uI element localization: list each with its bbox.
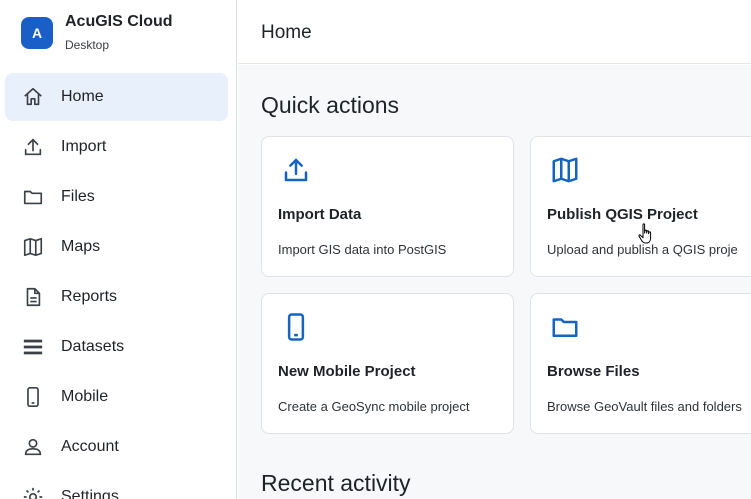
sidebar-item-home[interactable]: Home (5, 73, 228, 121)
sidebar-item-label: Datasets (61, 338, 125, 355)
publish-qgis-project-card[interactable]: Publish QGIS Project Upload and publish … (530, 136, 751, 277)
upload-icon (22, 136, 44, 158)
sidebar-item-label: Maps (61, 238, 101, 255)
card-description: Create a GeoSync mobile project (278, 399, 470, 414)
sidebar-nav: Home Import Files Maps Reports Datasets … (5, 73, 228, 499)
browse-files-card[interactable]: Browse Files Browse GeoVault files and f… (530, 293, 751, 434)
sidebar-item-datasets[interactable]: Datasets (5, 323, 228, 371)
quick-actions-heading: Quick actions (261, 92, 400, 118)
brand[interactable]: A AcuGIS Cloud Desktop (21, 13, 173, 52)
sidebar: A AcuGIS Cloud Desktop Home Import Files (0, 0, 237, 499)
top-bar: Home (238, 0, 751, 64)
sidebar-item-settings[interactable]: Settings (5, 473, 228, 499)
sidebar-item-label: Account (61, 438, 119, 455)
main-content: Quick actions Import Data Import GIS dat… (238, 65, 751, 499)
phone-icon (281, 312, 311, 342)
app-name: AcuGIS Cloud (65, 13, 173, 30)
sidebar-item-label: Home (61, 88, 104, 105)
person-icon (22, 436, 44, 458)
sidebar-item-label: Mobile (61, 388, 109, 405)
sidebar-item-label: Files (61, 188, 95, 205)
upload-icon (281, 155, 311, 185)
folder-icon (550, 312, 580, 342)
card-title: Browse Files (547, 363, 640, 380)
sidebar-item-account[interactable]: Account (5, 423, 228, 471)
sidebar-item-files[interactable]: Files (5, 173, 228, 221)
list-icon (22, 336, 44, 358)
map-icon (550, 155, 580, 185)
folder-icon (22, 186, 44, 208)
card-title: Publish QGIS Project (547, 206, 698, 223)
sidebar-item-label: Import (61, 138, 107, 155)
app-subtitle: Desktop (65, 38, 110, 52)
import-data-card[interactable]: Import Data Import GIS data into PostGIS (261, 136, 514, 277)
card-description: Import GIS data into PostGIS (278, 242, 447, 257)
sidebar-item-reports[interactable]: Reports (5, 273, 228, 321)
document-icon (22, 286, 44, 308)
card-description: Upload and publish a QGIS proje (547, 242, 738, 257)
page-title: Home (261, 22, 312, 43)
home-icon (22, 86, 44, 108)
gear-icon (22, 486, 44, 499)
sidebar-item-mobile[interactable]: Mobile (5, 373, 228, 421)
phone-icon (22, 386, 44, 408)
sidebar-item-label: Settings (61, 488, 119, 499)
app-logo: A (21, 17, 53, 49)
card-description: Browse GeoVault files and folders (547, 399, 742, 414)
sidebar-item-import[interactable]: Import (5, 123, 228, 171)
card-title: New Mobile Project (278, 363, 416, 380)
new-mobile-project-card[interactable]: New Mobile Project Create a GeoSync mobi… (261, 293, 514, 434)
map-icon (22, 236, 44, 258)
sidebar-item-label: Reports (61, 288, 118, 305)
card-title: Import Data (278, 206, 362, 223)
recent-activity-heading: Recent activity (261, 470, 411, 496)
sidebar-item-maps[interactable]: Maps (5, 223, 228, 271)
